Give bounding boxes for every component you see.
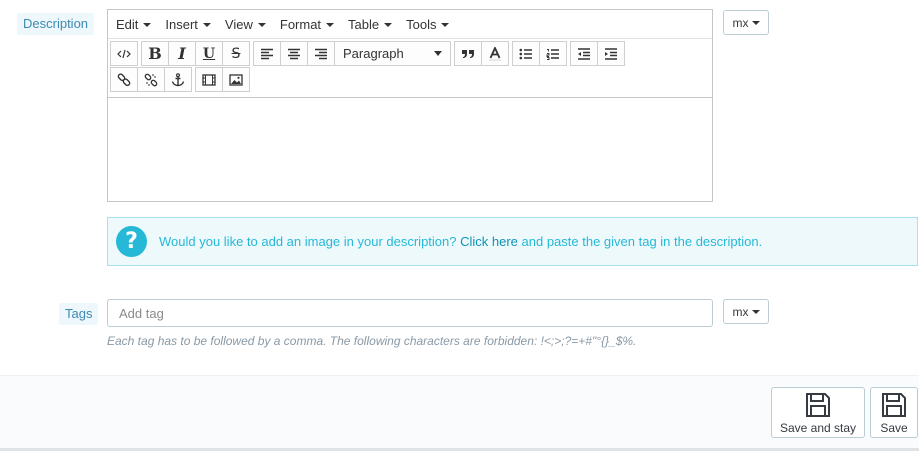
bold-button[interactable]: B <box>141 41 169 66</box>
indent-icon <box>605 47 617 60</box>
blockquote-button[interactable] <box>454 41 482 66</box>
menu-tools-label: Tools <box>406 16 437 32</box>
editor-menubar: Edit Insert View Format Table Tools <box>108 10 712 38</box>
unlink-icon <box>144 73 158 86</box>
bullet-list-button[interactable] <box>512 41 540 66</box>
tags-hint: Each tag has to be followed by a comma. … <box>107 334 637 348</box>
save-and-stay-label: Save and stay <box>779 421 857 435</box>
align-center-icon <box>288 48 300 59</box>
floppy-disk-icon <box>882 393 906 417</box>
underline-button[interactable]: U <box>195 41 223 66</box>
text-color-icon <box>489 46 501 61</box>
editor-toolbar: B I U S Paragraph <box>108 38 712 93</box>
menu-format-label: Format <box>279 16 322 32</box>
menu-insert[interactable]: Insert <box>158 10 218 38</box>
menu-view[interactable]: View <box>218 10 273 38</box>
image-icon <box>229 73 243 86</box>
chevron-down-icon <box>326 22 335 27</box>
menu-tools[interactable]: Tools <box>399 10 456 38</box>
chevron-down-icon <box>441 22 450 27</box>
click-here-link[interactable]: Click here <box>460 234 518 249</box>
anchor-icon <box>171 72 185 86</box>
bullet-list-icon <box>519 48 532 59</box>
help-alert: ? Would you like to add an image in your… <box>107 217 918 266</box>
align-right-icon <box>315 48 327 59</box>
indent-button[interactable] <box>597 41 625 66</box>
align-left-icon <box>261 48 273 59</box>
tags-language-button[interactable]: mx <box>723 299 769 324</box>
menu-format[interactable]: Format <box>273 10 341 38</box>
save-label: Save <box>880 421 908 435</box>
chevron-down-icon <box>202 22 211 27</box>
description-label: Description <box>17 13 95 35</box>
bold-icon: B <box>148 44 162 63</box>
chevron-down-icon <box>751 20 760 25</box>
insert-image-button[interactable] <box>222 67 250 92</box>
outdent-button[interactable] <box>570 41 598 66</box>
editor-content-area[interactable] <box>108 97 712 201</box>
chevron-down-icon <box>257 22 266 27</box>
question-icon: ? <box>116 226 147 257</box>
block-format-value: Paragraph <box>343 46 404 61</box>
text-color-button[interactable] <box>481 41 509 66</box>
tags-label: Tags <box>59 303 99 325</box>
insert-video-button[interactable] <box>195 67 223 92</box>
menu-edit[interactable]: Edit <box>109 10 158 38</box>
form-footer: Save and stay Save <box>0 375 919 451</box>
menu-edit-label: Edit <box>116 16 139 32</box>
rich-text-editor: Edit Insert View Format Table Tools B I … <box>107 9 713 202</box>
chevron-down-icon <box>751 309 760 314</box>
help-text-after: and paste the given tag in the descripti… <box>517 234 763 249</box>
anchor-button[interactable] <box>164 67 192 92</box>
menu-view-label: View <box>224 16 253 32</box>
block-format-select[interactable]: Paragraph <box>334 41 451 66</box>
italic-icon: I <box>178 44 186 63</box>
remove-link-button[interactable] <box>137 67 165 92</box>
align-right-button[interactable] <box>307 41 335 66</box>
tags-input[interactable] <box>107 299 713 327</box>
tags-language-label: mx <box>732 304 749 319</box>
italic-button[interactable]: I <box>168 41 196 66</box>
strikethrough-button[interactable]: S <box>222 41 250 66</box>
code-icon <box>117 49 131 58</box>
help-text: Would you like to add an image in your d… <box>159 234 762 249</box>
quote-icon <box>462 49 474 58</box>
description-language-label: mx <box>732 15 749 30</box>
strikethrough-icon: S <box>231 45 241 62</box>
chevron-down-icon <box>434 51 442 56</box>
align-left-button[interactable] <box>253 41 281 66</box>
floppy-disk-icon <box>806 393 830 417</box>
source-code-button[interactable] <box>110 41 138 66</box>
chevron-down-icon <box>384 22 393 27</box>
menu-table-label: Table <box>348 16 380 32</box>
outdent-icon <box>578 47 590 60</box>
insert-link-button[interactable] <box>110 67 138 92</box>
underline-icon: U <box>202 45 216 62</box>
save-and-stay-button[interactable]: Save and stay <box>771 387 865 438</box>
menu-insert-label: Insert <box>165 16 198 32</box>
description-language-button[interactable]: mx <box>723 10 769 35</box>
help-text-before: Would you like to add an image in your d… <box>159 234 461 249</box>
film-icon <box>202 73 216 86</box>
chevron-down-icon <box>143 22 152 27</box>
numbered-list-button[interactable] <box>539 41 567 66</box>
align-center-button[interactable] <box>280 41 308 66</box>
numbered-list-icon <box>546 48 559 60</box>
menu-table[interactable]: Table <box>341 10 399 38</box>
link-icon <box>117 72 131 86</box>
save-button[interactable]: Save <box>870 387 918 438</box>
